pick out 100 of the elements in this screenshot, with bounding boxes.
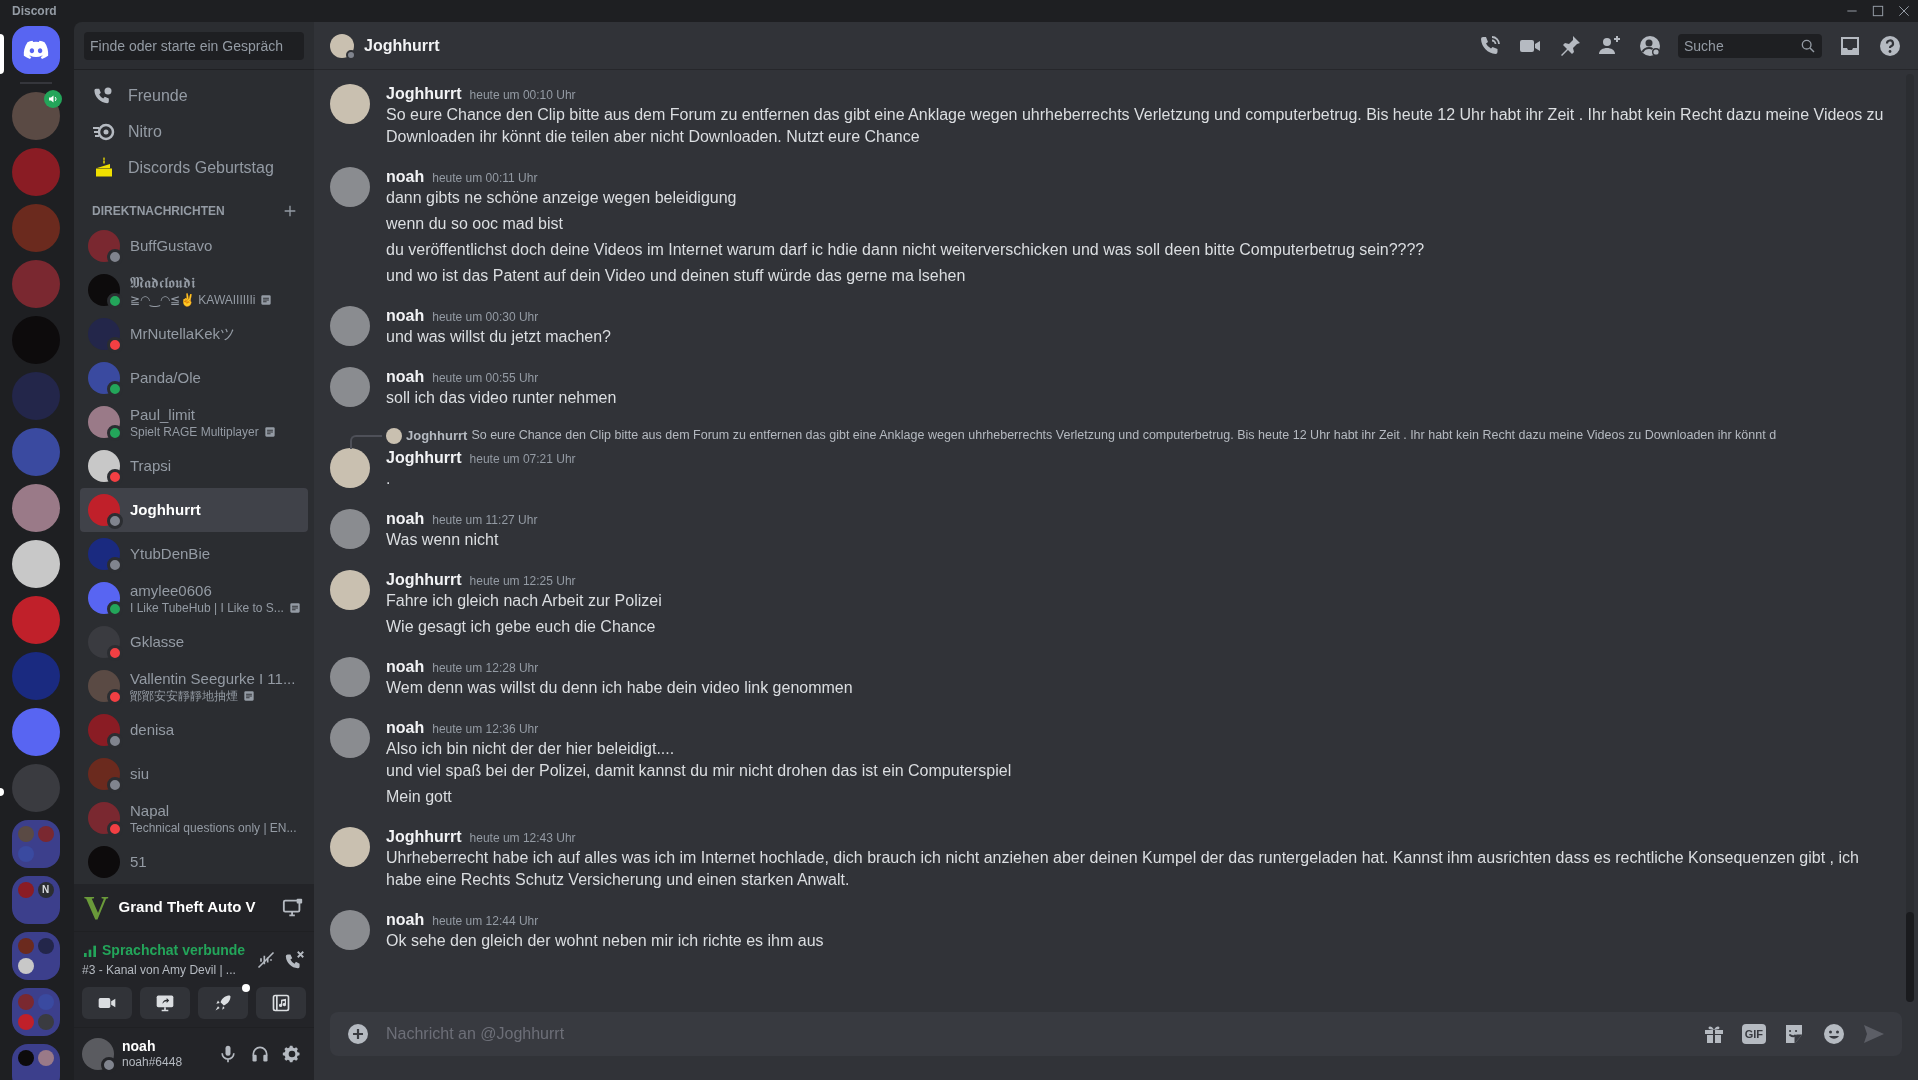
- direct-message-item[interactable]: MrNutellaKekツ: [80, 312, 308, 356]
- direct-message-item[interactable]: denisa: [80, 708, 308, 752]
- contact-name: denisa: [130, 720, 175, 740]
- contact-status-text: I Like TubeHub | I Like to S...: [130, 600, 284, 616]
- search-field[interactable]: Suche: [1678, 33, 1822, 58]
- direct-message-item[interactable]: Napal Technical questions only | EN...: [80, 796, 308, 840]
- direct-message-item[interactable]: Paul_limit Spielt RAGE Multiplayer: [80, 400, 308, 444]
- server-icon[interactable]: [12, 92, 60, 140]
- direct-message-item[interactable]: amylee0606 I Like TubeHub | I Like to S...: [80, 576, 308, 620]
- search-field[interactable]: Finde oder starte ein Gespräch: [84, 31, 304, 60]
- camera-button[interactable]: [82, 987, 132, 1019]
- contact-name: Vallentin Seegurke I 11...: [130, 668, 296, 689]
- noise-suppression-icon[interactable]: [256, 949, 276, 970]
- settings-icon[interactable]: [282, 1044, 302, 1064]
- server-icon[interactable]: [18, 957, 34, 974]
- screen-icon[interactable]: [282, 896, 304, 919]
- user-avatar[interactable]: [330, 167, 370, 207]
- screen-button[interactable]: [140, 987, 190, 1019]
- home-button[interactable]: [12, 26, 60, 74]
- microphone-icon[interactable]: [218, 1044, 238, 1064]
- direct-message-item[interactable]: siu: [80, 752, 308, 796]
- message-text: und wo ist das Patent auf dein Video und deinen stuff würde das gerne ma lsehen: [386, 266, 967, 286]
- voice-channel-link[interactable]: #3 - Kanal von Amy Devil | ...: [82, 961, 248, 979]
- user-avatar[interactable]: [330, 826, 370, 867]
- direct-message-item[interactable]: 51: [80, 840, 308, 884]
- message-author[interactable]: Joghhurrt: [386, 82, 462, 106]
- user-avatar[interactable]: [82, 1038, 114, 1070]
- message-timestamp: heute um 12:28 Uhr: [432, 659, 539, 677]
- reply-author[interactable]: Joghhurrt: [406, 426, 468, 446]
- help-icon[interactable]: [1878, 33, 1902, 58]
- message-author[interactable]: noah: [386, 907, 425, 932]
- direct-message-item[interactable]: 𝕸𝖆𝖉𝖈𝖑𝖔𝖚𝖉𝖎 ≧◠‿◠≦✌ KAWAIIIIIIi: [80, 268, 308, 312]
- username: noah: [122, 1037, 157, 1056]
- message-author[interactable]: Joghhurrt: [386, 567, 462, 592]
- user-profile-icon[interactable]: [1638, 33, 1662, 58]
- user-avatar[interactable]: [330, 508, 370, 549]
- message-timestamp: heute um 12:25 Uhr: [469, 572, 576, 590]
- reply-preview[interactable]: So eure Chance den Clip bitte aus dem Forum zu entfernen das gibt eine Anklage wegen uhrheberrechts Verletzung und computerbetrug. Bis heute 12 Uhr habt ihr Zeit . Ihr habt kein Recht dazu meine Videos zu Downloaden ihr könnt d: [471, 426, 1777, 446]
- message-timestamp: heute um 12:43 Uhr: [469, 829, 576, 847]
- message-text: und was willst du jetzt machen?: [386, 327, 612, 347]
- nav-item[interactable]: Nitro: [82, 114, 306, 150]
- message-author[interactable]: noah: [386, 165, 425, 189]
- activity-button[interactable]: [256, 987, 306, 1019]
- message-text: soll ich das video runter nehmen: [386, 388, 618, 408]
- direct-message-item[interactable]: Trapsi: [80, 444, 308, 488]
- nav-item[interactable]: Freunde: [82, 78, 306, 114]
- search-icon: [1800, 37, 1816, 54]
- message-author[interactable]: noah: [386, 365, 425, 389]
- server-icon[interactable]: [12, 540, 60, 588]
- contact-name: siu: [130, 764, 150, 784]
- message-author[interactable]: Joghhurrt: [386, 824, 462, 849]
- direct-message-item[interactable]: Gklasse: [80, 620, 308, 664]
- message-author[interactable]: noah: [386, 506, 425, 531]
- voice-status: Sprachchat verbunde: [102, 941, 246, 960]
- message-input[interactable]: Nachricht an @Joghhurrt: [386, 1022, 1686, 1046]
- add-attachment-icon[interactable]: [346, 1022, 370, 1046]
- section-heading: DIREKTNACHRICHTEN: [92, 203, 225, 220]
- close-icon[interactable]: [1896, 3, 1912, 19]
- message-composer[interactable]: Nachricht an @Joghhurrt GIF: [330, 1012, 1902, 1056]
- user-avatar[interactable]: [330, 447, 370, 488]
- contact-name: Paul_limit: [130, 404, 197, 425]
- message-timestamp: heute um 07:21 Uhr: [469, 450, 576, 468]
- direct-message-item[interactable]: Panda/Ole: [80, 356, 308, 400]
- message-author[interactable]: Joghhurrt: [386, 445, 462, 470]
- user-avatar[interactable]: [330, 367, 370, 407]
- rocket-button[interactable]: [198, 987, 248, 1019]
- gif-button[interactable]: GIF: [1741, 1023, 1766, 1045]
- contact-name: Gklasse: [130, 632, 185, 652]
- message-text: wenn du so ooc mad bist: [386, 214, 564, 234]
- direct-message-item[interactable]: BuffGustavo: [80, 224, 308, 268]
- activity-icon: [271, 993, 291, 1013]
- plus-icon[interactable]: [282, 203, 298, 219]
- message-author[interactable]: noah: [386, 654, 425, 679]
- disconnect-icon[interactable]: [284, 948, 306, 971]
- message-timestamp: heute um 00:10 Uhr: [469, 87, 576, 104]
- headphones-icon[interactable]: [250, 1044, 270, 1064]
- nav-item[interactable]: Discords Geburtstag: [82, 150, 306, 186]
- direct-message-item[interactable]: YtubDenBie: [80, 532, 308, 576]
- message-text: Fahre ich gleich nach Arbeit zur Polizei: [386, 590, 663, 611]
- game-title: Grand Theft Auto V: [118, 897, 256, 918]
- user-avatar[interactable]: [330, 569, 370, 610]
- scrollbar[interactable]: [1906, 74, 1914, 1002]
- user-avatar[interactable]: [330, 717, 370, 758]
- app-title: Discord: [11, 3, 57, 20]
- user-avatar[interactable]: [330, 84, 370, 124]
- emoji-icon[interactable]: [1822, 1022, 1846, 1046]
- message-text: Was wenn nicht: [386, 529, 500, 550]
- message-text: So eure Chance den Clip bitte aus dem Forum zu entfernen das gibt eine Anklage wegen uhrheberrechts Verletzung und computerbetrug. Bis heute 12 Uhr habt ihr Zeit . Ihr habt kein Recht dazu meine Videos zu Downloaden ihr könnt die teilen aber nicht Downloaden. Nutzt eure Chance: [386, 105, 1885, 147]
- server-icon[interactable]: [12, 484, 60, 532]
- user-avatar[interactable]: [330, 909, 370, 950]
- message-author[interactable]: noah: [386, 715, 425, 740]
- user-avatar[interactable]: [330, 306, 370, 346]
- user-avatar[interactable]: [330, 656, 370, 697]
- message-text: .: [386, 468, 392, 489]
- direct-message-item[interactable]: Joghhurrt: [80, 488, 308, 532]
- maximize-icon[interactable]: [1870, 3, 1886, 19]
- server-folder[interactable]: [12, 932, 60, 980]
- server-folder[interactable]: N: [12, 876, 60, 924]
- direct-message-item[interactable]: Vallentin Seegurke I 11... 鄮鄮安安靜靜地抽煙: [80, 664, 308, 708]
- message-author[interactable]: noah: [386, 304, 425, 328]
